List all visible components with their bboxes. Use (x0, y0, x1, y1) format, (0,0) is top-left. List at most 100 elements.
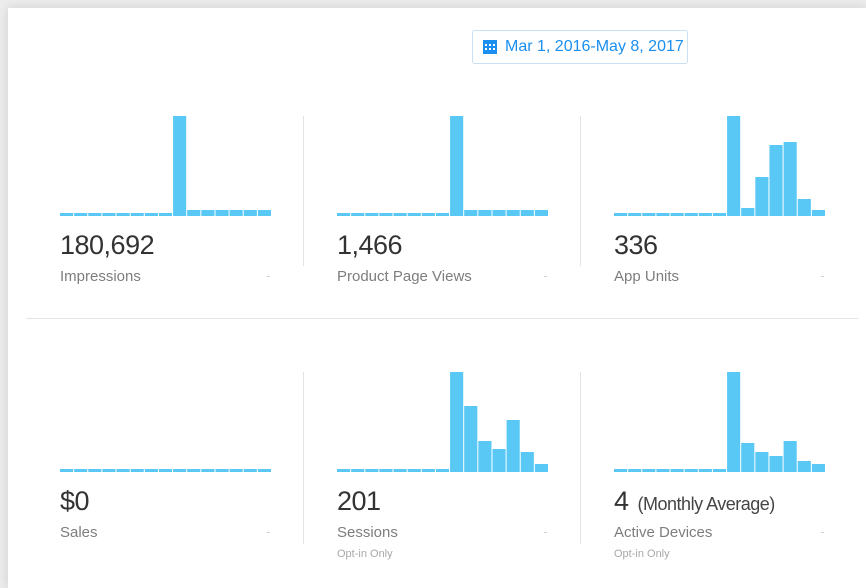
sparkline-bar (201, 210, 215, 216)
sales-number: $0 (60, 486, 90, 516)
sparkline-bar (534, 464, 548, 472)
sparkline-bar (741, 208, 755, 216)
impressions-sparkline (60, 116, 271, 216)
sparkline-bar (783, 441, 797, 472)
sparkline-bar (243, 210, 257, 216)
sparkline-bar (506, 210, 520, 216)
app-units-number: 336 (614, 230, 658, 260)
analytics-panel: Mar 1, 2016-May 8, 2017 180,692 Impressi… (8, 8, 866, 588)
sparkline-bar (144, 469, 158, 472)
sparkline-bar (407, 469, 421, 472)
metric-sessions[interactable]: 201 Sessions Opt-in Only (337, 372, 549, 572)
sparkline-bar (698, 469, 712, 472)
metric-active-devices[interactable]: 4 (Monthly Average) Active Devices Opt-i… (614, 372, 826, 572)
sparkline-bar (478, 210, 492, 216)
sparkline-bar (407, 213, 421, 216)
sparkline-bar (173, 116, 187, 216)
active-devices-note: Opt-in Only (614, 548, 670, 560)
sparkline-bar (534, 210, 548, 216)
sparkline-bar (670, 213, 684, 216)
impressions-number: 180,692 (60, 230, 155, 260)
sparkline-bar (797, 461, 811, 472)
divider-tick (544, 532, 547, 533)
sparkline-bar (187, 469, 201, 472)
sparkline-bar (741, 443, 755, 472)
product-page-views-value: 1,466 (337, 230, 403, 261)
sparkline-bar (684, 469, 698, 472)
sparkline-bar (102, 213, 116, 216)
sparkline-bar (102, 469, 116, 472)
impressions-value: 180,692 (60, 230, 155, 261)
sparkline-bar (201, 469, 215, 472)
sparkline-bar (144, 213, 158, 216)
product-page-views-number: 1,466 (337, 230, 403, 260)
sparkline-bar (130, 469, 144, 472)
sessions-note: Opt-in Only (337, 548, 393, 560)
sparkline-bar (74, 213, 88, 216)
date-range-label: Mar 1, 2016-May 8, 2017 (505, 38, 684, 55)
active-devices-number: 4 (614, 486, 629, 516)
sparkline-bar (60, 213, 74, 216)
metric-app-units[interactable]: 336 App Units (614, 116, 826, 316)
sparkline-bar (670, 469, 684, 472)
app-units-sparkline (614, 116, 825, 216)
sparkline-bar (421, 213, 435, 216)
app-units-value: 336 (614, 230, 658, 261)
impressions-label: Impressions (60, 268, 141, 285)
sparkline-bar (351, 469, 365, 472)
sparkline-bar (116, 469, 130, 472)
sparkline-bar (158, 213, 173, 216)
sparkline-bar (158, 469, 173, 472)
sparkline-bar (74, 469, 88, 472)
sparkline-bar (464, 406, 478, 472)
sparkline-bar (379, 469, 393, 472)
sparkline-bar (379, 213, 393, 216)
sparkline-bar (393, 213, 407, 216)
date-range-button[interactable]: Mar 1, 2016-May 8, 2017 (472, 30, 688, 64)
metric-product-page-views[interactable]: 1,466 Product Page Views (337, 116, 549, 316)
active-devices-sparkline (614, 372, 825, 472)
sparkline-bar (365, 213, 379, 216)
column-divider (303, 116, 304, 266)
column-divider (580, 372, 581, 544)
sparkline-bar (351, 213, 365, 216)
sparkline-bar (614, 213, 628, 216)
column-divider (303, 372, 304, 544)
sparkline-bar (88, 469, 102, 472)
row-divider (26, 318, 858, 319)
sparkline-bar (215, 469, 229, 472)
sales-value: $0 (60, 486, 90, 517)
sparkline-bar (520, 452, 534, 472)
sparkline-bar (116, 213, 130, 216)
active-devices-value: 4 (Monthly Average) (614, 486, 775, 517)
sparkline-bar (684, 213, 698, 216)
column-divider (580, 116, 581, 266)
sparkline-bar (337, 213, 351, 216)
sparkline-bar (769, 145, 783, 216)
sparkline-bar (435, 213, 450, 216)
metric-sales[interactable]: $0 Sales (60, 372, 272, 572)
sparkline-bar (60, 469, 74, 472)
sparkline-bar (614, 469, 628, 472)
sparkline-bar (769, 456, 783, 472)
sparkline-bar (811, 210, 825, 216)
sparkline-bar (628, 469, 642, 472)
sessions-number: 201 (337, 486, 381, 516)
sparkline-bar (755, 177, 769, 216)
divider-tick (821, 276, 824, 277)
sparkline-bar (243, 469, 257, 472)
sparkline-bar (712, 469, 727, 472)
sparkline-bar (450, 116, 464, 216)
sparkline-bar (365, 469, 379, 472)
sparkline-bar (628, 213, 642, 216)
sessions-label: Sessions (337, 524, 398, 541)
metric-impressions[interactable]: 180,692 Impressions (60, 116, 272, 316)
calendar-icon (483, 40, 497, 54)
active-devices-label: Active Devices (614, 524, 713, 541)
sparkline-bar (435, 469, 450, 472)
sparkline-bar (229, 210, 243, 216)
sparkline-bar (698, 213, 712, 216)
sparkline-bar (450, 372, 464, 472)
app-units-label: App Units (614, 268, 680, 285)
divider-tick (544, 276, 547, 277)
